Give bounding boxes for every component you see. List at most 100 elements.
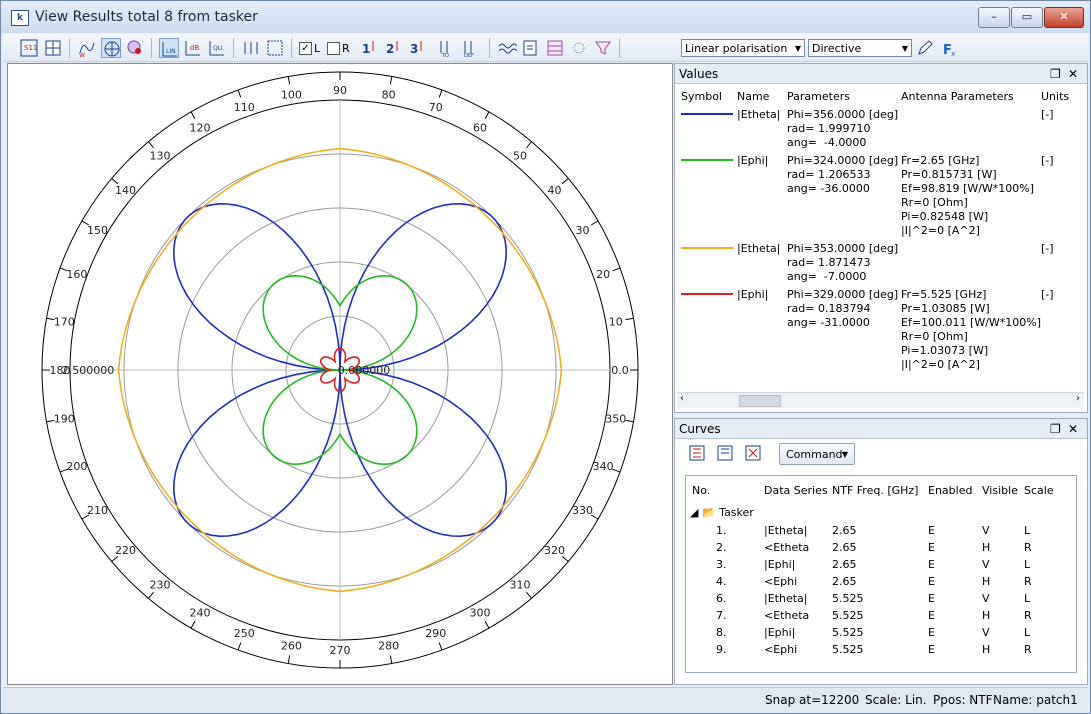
curve-cell[interactable]: <Etheta <box>764 541 809 554</box>
curve-cell[interactable]: 5.525 <box>832 626 864 639</box>
curve-cell[interactable]: 8. <box>716 626 727 639</box>
curve-cell[interactable]: L <box>1024 558 1030 571</box>
float-icon[interactable]: ❐ <box>1050 419 1061 439</box>
curve-cell[interactable]: <Ephi <box>764 643 797 656</box>
curve-cell[interactable]: 6. <box>716 592 727 605</box>
marker-2-icon[interactable]: 2 <box>383 38 403 58</box>
curve-cell[interactable]: 3. <box>716 558 727 571</box>
curve-cell[interactable]: 2. <box>716 541 727 554</box>
command-dropdown[interactable]: Command ▼ <box>779 443 855 465</box>
s11-icon[interactable]: S11 <box>19 38 39 58</box>
curve-cell[interactable]: E <box>928 609 935 622</box>
curve-edit-icon[interactable] <box>715 443 735 463</box>
table-icon[interactable] <box>545 38 565 58</box>
float-icon[interactable]: ❐ <box>1050 64 1061 84</box>
curves-col-header[interactable]: No. <box>692 484 710 497</box>
markers-icon[interactable] <box>241 38 261 58</box>
curve-cell[interactable]: L <box>1024 524 1030 537</box>
curves-col-header[interactable]: Visible <box>982 484 1018 497</box>
curve-cell[interactable]: 2.65 <box>832 575 857 588</box>
qu-scale-icon[interactable]: QU <box>207 38 227 58</box>
close-icon[interactable]: ✕ <box>1068 419 1078 439</box>
3d-pattern-icon[interactable] <box>125 38 145 58</box>
curve-cell[interactable]: |Etheta| <box>764 592 807 605</box>
curve-cell[interactable]: E <box>928 575 935 588</box>
curve-cell[interactable]: 9. <box>716 643 727 656</box>
curve-cell[interactable]: R <box>1024 541 1032 554</box>
linear-scale-icon[interactable]: LIN <box>159 38 179 58</box>
scroll-left-icon[interactable]: ‹ <box>680 393 684 404</box>
curve-cell[interactable]: R <box>1024 575 1032 588</box>
marker-3-icon[interactable]: 3 <box>407 38 427 58</box>
curve-add-icon[interactable] <box>687 443 707 463</box>
curve-cell[interactable]: E <box>928 558 935 571</box>
pen-icon[interactable] <box>915 38 935 58</box>
curve-cell[interactable]: R <box>1024 609 1032 622</box>
curve-cell[interactable]: E <box>928 643 935 656</box>
curve-cell[interactable]: V <box>982 626 990 639</box>
curve-cell[interactable]: |Ephi| <box>764 626 795 639</box>
curve-cell[interactable]: H <box>982 541 990 554</box>
polar-chart-icon[interactable] <box>101 38 121 58</box>
curves-col-header[interactable]: NTF Freq. [GHz] <box>832 484 918 497</box>
marker-1-icon[interactable]: 1 <box>359 38 379 58</box>
curve-cell[interactable]: V <box>982 558 990 571</box>
grid-icon[interactable] <box>43 38 63 58</box>
curve-cell[interactable]: L <box>1024 592 1030 605</box>
curves-col-header[interactable]: Scale <box>1024 484 1054 497</box>
tasker-group[interactable]: ◢ 📂 Tasker <box>690 506 754 519</box>
curve-cell[interactable]: <Ephi <box>764 575 797 588</box>
marker-to-icon[interactable]: TO <box>437 38 457 59</box>
curve-cell[interactable]: 5.525 <box>832 592 864 605</box>
minimize-button[interactable]: – <box>978 7 1010 28</box>
polar-plot[interactable]: 0.0 10 20 30 40 50 60 70 80 90 100 110 120 130 140 150 1… <box>7 63 673 685</box>
values-col-header[interactable]: Antenna Parameters <box>901 90 1014 104</box>
curve-cell[interactable]: H <box>982 609 990 622</box>
scroll-right-icon[interactable]: › <box>1076 393 1080 404</box>
scrollbar-thumb[interactable] <box>739 395 781 407</box>
curve-cell[interactable]: R <box>1024 643 1032 656</box>
checkbox-L[interactable]: ✓ <box>299 42 312 55</box>
expand-icon[interactable]: ◢ <box>690 506 698 519</box>
zoom-fit-icon[interactable] <box>265 38 285 58</box>
curve-cell[interactable]: 4. <box>716 575 727 588</box>
curve-cell[interactable]: 1. <box>716 524 727 537</box>
curve-cell[interactable]: H <box>982 575 990 588</box>
curve-cell[interactable]: E <box>928 592 935 605</box>
gain-select[interactable]: Directive ▼ <box>808 39 912 57</box>
filter-icon[interactable] <box>593 38 613 58</box>
db-scale-icon[interactable]: dB <box>183 38 203 58</box>
close-icon[interactable]: ✕ <box>1068 64 1078 84</box>
curve-cell[interactable]: E <box>928 524 935 537</box>
export-icon[interactable] <box>521 38 541 58</box>
values-col-header[interactable]: Parameters <box>787 90 850 104</box>
wave-icon[interactable] <box>497 38 518 58</box>
curve-cell[interactable]: 2.65 <box>832 558 857 571</box>
horizontal-scrollbar[interactable]: ‹ › <box>677 392 1084 408</box>
settings-icon[interactable] <box>569 38 589 58</box>
curve-cell[interactable]: E <box>928 541 935 554</box>
smith-chart-icon[interactable]: W <box>77 38 97 59</box>
values-col-header[interactable]: Symbol <box>681 90 722 104</box>
function-icon[interactable]: Fx <box>939 38 959 58</box>
curve-cell[interactable]: V <box>982 592 990 605</box>
curve-cell[interactable]: V <box>982 524 990 537</box>
curve-cell[interactable]: |Etheta| <box>764 524 807 537</box>
marker-def-icon[interactable]: DEF <box>461 38 481 59</box>
curves-col-header[interactable]: Data Series <box>764 484 828 497</box>
curve-cell[interactable]: H <box>982 643 990 656</box>
polarisation-select[interactable]: Linear polarisation ▼ <box>681 39 805 57</box>
curve-cell[interactable]: 5.525 <box>832 609 864 622</box>
curve-cell[interactable]: E <box>928 626 935 639</box>
curve-cell[interactable]: |Ephi| <box>764 558 795 571</box>
values-col-header[interactable]: Name <box>737 90 769 104</box>
checkbox-R[interactable] <box>327 42 340 55</box>
curve-cell[interactable]: 2.65 <box>832 524 857 537</box>
curve-delete-icon[interactable] <box>743 443 763 463</box>
close-button[interactable]: ✕ <box>1044 7 1084 28</box>
maximize-button[interactable]: ▭ <box>1011 7 1043 28</box>
curve-cell[interactable]: 2.65 <box>832 541 857 554</box>
curves-col-header[interactable]: Enabled <box>928 484 972 497</box>
curve-cell[interactable]: 5.525 <box>832 643 864 656</box>
curve-cell[interactable]: L <box>1024 626 1030 639</box>
